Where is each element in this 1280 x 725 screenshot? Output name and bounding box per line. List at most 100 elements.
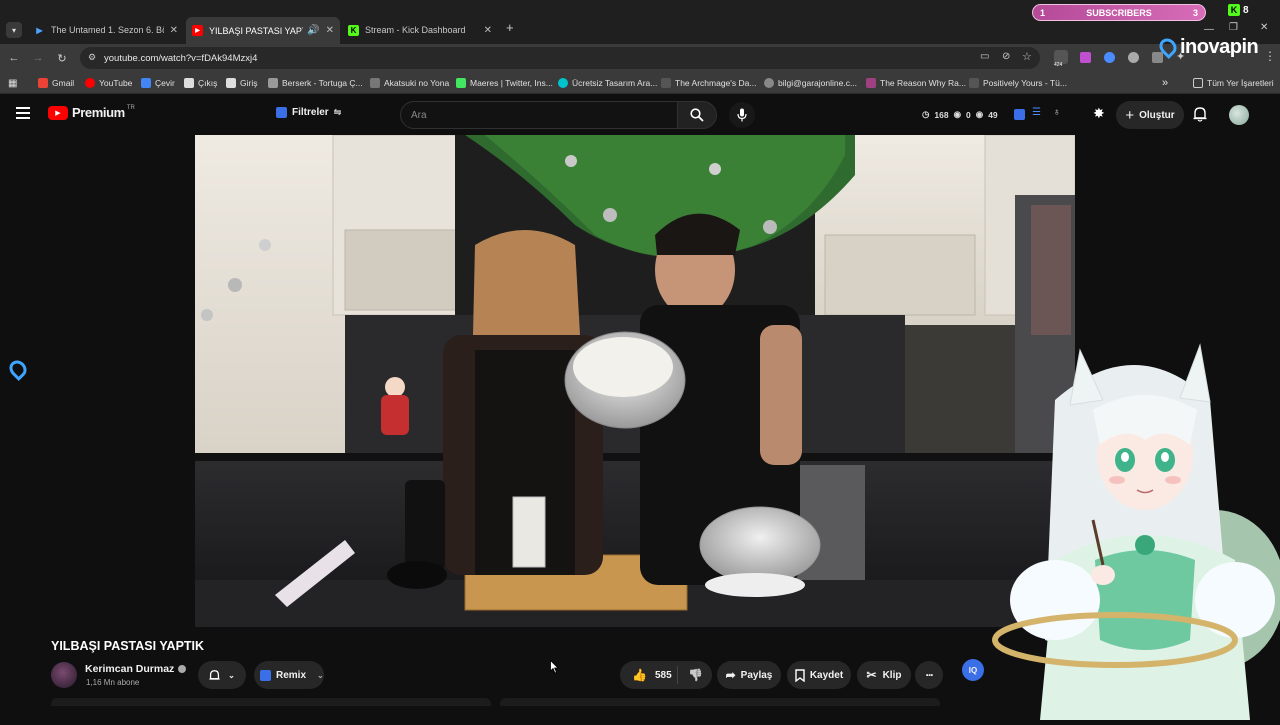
save-button[interactable]: Kaydet [787,661,851,689]
bookmark-positively[interactable]: Positively Yours - Tü... [969,76,1067,90]
vtuber-avatar-overlay [985,340,1280,720]
close-icon[interactable]: ✕ [484,25,492,36]
bookmark-translate[interactable]: Çevir [141,76,175,90]
kick-count: 8 [1243,4,1249,16]
cast-icon[interactable]: ▭ [980,51,989,62]
video-frame-kitchen [195,135,1075,627]
play-icon: ▶ [36,25,43,35]
iq-extension-icon[interactable] [1014,109,1025,120]
share-button[interactable]: ➦ Paylaş [717,661,781,689]
folder-icon [1193,78,1203,88]
clip-button[interactable]: ✂ Klip [857,661,911,689]
subscribers-goal: 3 [1192,7,1198,18]
menu-dots-icon[interactable]: ⋮ [1264,49,1276,63]
bookmark-maeres[interactable]: Maeres | Twitter, Ins... [456,76,553,90]
channel-name[interactable]: Kerimcan Durmaz [85,663,187,675]
iq-icon [276,107,287,118]
clock-icon: ◷ [922,109,930,119]
bookmark-tasarim[interactable]: Ücretsiz Tasarım Ara... [558,76,657,90]
bookmark-akatsuki[interactable]: Akatsuki no Yona [370,76,449,90]
kick-icon: K [348,24,359,36]
tab-youtube-active[interactable]: ▶ YILBAŞI PASTASI YAPTIK - Yo 🔊 ✕ [186,17,340,44]
search-input[interactable]: Ara [400,101,678,129]
remix-button[interactable]: Remix ⌄ [254,661,324,689]
bookmarks-overflow-button[interactable]: » [1162,76,1168,90]
bell-icon [209,669,220,680]
book-icon [661,78,671,88]
hamburger-menu-icon[interactable] [16,107,30,119]
extension-icon[interactable] [1128,52,1139,63]
avatar[interactable] [1229,105,1249,125]
star-icon[interactable]: ☆ [1022,50,1032,63]
iq-round-button[interactable]: IQ [962,659,984,681]
extension-icon[interactable] [1080,52,1091,63]
book-icon [969,78,979,88]
close-icon[interactable]: ✕ [326,25,334,36]
list-icon[interactable]: ☰ [1032,107,1041,118]
address-bar[interactable]: ⚙ youtube.com/watch?v=fDAk94Mzxj4 ▭ ⊘ ☆ [80,47,1040,69]
close-icon[interactable]: ✕ [170,25,178,36]
view-icon: ◉ [975,109,984,119]
voice-search-button[interactable] [729,102,755,128]
forward-icon[interactable]: → [30,50,46,66]
apps-grid-icon[interactable]: ▦ [8,76,17,90]
create-button[interactable]: + Oluştur [1116,101,1184,129]
inovapin-text: inovapin [1180,35,1259,58]
iq-icon [260,669,271,681]
youtube-header: ▶ Premium TR Filtreler ⇋ Ara ◷ 168 ◉ 0 ◉ 49… [0,95,1280,135]
tab-title: The Untamed 1. Sezon 6. Bölüm [51,25,164,35]
tab-kick-dashboard[interactable]: K Stream - Kick Dashboard ✕ [342,18,498,42]
document-icon [184,78,194,88]
puzzle-icon[interactable]: ✸ [1093,105,1105,122]
bookmark-gmail[interactable]: Gmail [38,76,74,90]
speaker-icon[interactable]: 🔊 [307,25,319,36]
scissors-icon: ✂ [866,668,877,682]
subscribers-label: SUBSCRIBERS [1086,7,1152,18]
channel-avatar[interactable] [51,662,77,688]
award-icon[interactable]: ♁ [1053,107,1061,118]
eye-off-icon[interactable]: ⊘ [1002,51,1010,62]
notifications-bell-icon[interactable] [1193,106,1207,127]
thumbs-down-icon: 👎 [688,668,703,682]
bookmark-archmage[interactable]: The Archmage's Da... [661,76,756,90]
mouse-cursor-icon [550,660,559,674]
tab-search-button[interactable]: ▾ [6,22,22,38]
bookmark-cikis[interactable]: Çıkış [184,76,217,90]
logo-region: TR [126,104,135,111]
bookmark-youtube[interactable]: YouTube [85,76,132,90]
filters-button[interactable]: Filtreler ⇋ [276,107,341,118]
site-info-icon[interactable]: ⚙ [88,52,96,63]
plus-icon: + [1125,106,1135,124]
like-button[interactable]: 👍 585 [620,666,678,684]
subscriber-count: 1,16 Mn abone [86,678,140,687]
youtube-premium-logo[interactable]: ▶ Premium TR [48,105,135,120]
video-player[interactable] [195,135,1075,627]
video-title: YILBAŞI PASTASI YAPTIK [51,639,205,653]
window-close-icon[interactable]: ✕ [1260,22,1268,33]
dislike-button[interactable]: 👎 [678,668,703,682]
chevron-down-icon: ⌄ [317,670,324,680]
document-icon [226,78,236,88]
more-actions-button[interactable]: ... [915,661,943,689]
notification-dropdown-button[interactable]: ⌄ [198,661,246,689]
all-bookmarks[interactable]: Tüm Yer İşaretleri [1193,76,1274,90]
pin-icon [1155,34,1181,60]
search-button[interactable] [677,101,717,129]
bookmark-berserk[interactable]: Berserk - Tortuga Ç... [268,76,363,90]
url-text: youtube.com/watch?v=fDAk94Mzxj4 [104,52,258,64]
sidebar-box-edge [500,698,940,706]
linktree-icon [456,78,466,88]
back-icon[interactable]: ← [6,50,22,66]
bookmark-reason[interactable]: The Reason Why Ra... [866,76,966,90]
tab-untamed[interactable]: ▶ The Untamed 1. Sezon 6. Bölüm ✕ [28,18,184,42]
bookmark-garaj[interactable]: bilgi@garajonline.c... [764,76,857,90]
chevron-down-icon: ⌄ [228,670,235,680]
star-icon [370,78,380,88]
tab-title: Stream - Kick Dashboard [365,25,466,35]
reload-icon[interactable]: ↻ [54,50,70,66]
new-tab-button[interactable]: + [506,20,514,35]
extension-icon[interactable] [1104,52,1115,63]
bookmarks-bar: ▦ Gmail YouTube Çevir Çıkış Giriş Berser… [0,72,1280,94]
sliders-icon: ⇋ [333,107,342,117]
bookmark-giris[interactable]: Giriş [226,76,257,90]
